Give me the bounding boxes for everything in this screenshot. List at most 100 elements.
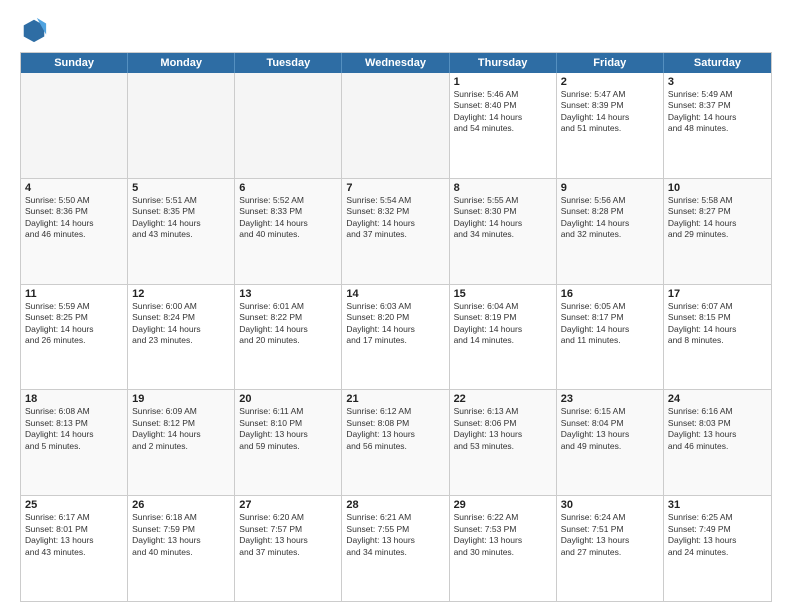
day-number: 15 [454, 288, 552, 300]
cal-cell-5: 5Sunrise: 5:51 AM Sunset: 8:35 PM Daylig… [128, 179, 235, 284]
day-number: 18 [25, 393, 123, 405]
header-day-sunday: Sunday [21, 53, 128, 73]
day-info: Sunrise: 6:05 AM Sunset: 8:17 PM Dayligh… [561, 301, 659, 347]
day-info: Sunrise: 6:09 AM Sunset: 8:12 PM Dayligh… [132, 406, 230, 452]
day-info: Sunrise: 6:22 AM Sunset: 7:53 PM Dayligh… [454, 512, 552, 558]
cal-cell-1: 1Sunrise: 5:46 AM Sunset: 8:40 PM Daylig… [450, 73, 557, 178]
day-number: 13 [239, 288, 337, 300]
day-number: 24 [668, 393, 767, 405]
day-info: Sunrise: 5:55 AM Sunset: 8:30 PM Dayligh… [454, 195, 552, 241]
day-number: 5 [132, 182, 230, 194]
day-number: 14 [346, 288, 444, 300]
cal-cell-12: 12Sunrise: 6:00 AM Sunset: 8:24 PM Dayli… [128, 285, 235, 390]
cal-cell-21: 21Sunrise: 6:12 AM Sunset: 8:08 PM Dayli… [342, 390, 449, 495]
calendar-header: SundayMondayTuesdayWednesdayThursdayFrid… [21, 53, 771, 73]
day-number: 9 [561, 182, 659, 194]
day-info: Sunrise: 6:24 AM Sunset: 7:51 PM Dayligh… [561, 512, 659, 558]
header-day-tuesday: Tuesday [235, 53, 342, 73]
day-number: 17 [668, 288, 767, 300]
day-info: Sunrise: 5:56 AM Sunset: 8:28 PM Dayligh… [561, 195, 659, 241]
cal-cell-26: 26Sunrise: 6:18 AM Sunset: 7:59 PM Dayli… [128, 496, 235, 601]
cal-cell-25: 25Sunrise: 6:17 AM Sunset: 8:01 PM Dayli… [21, 496, 128, 601]
cal-cell-9: 9Sunrise: 5:56 AM Sunset: 8:28 PM Daylig… [557, 179, 664, 284]
day-info: Sunrise: 6:03 AM Sunset: 8:20 PM Dayligh… [346, 301, 444, 347]
cal-cell-13: 13Sunrise: 6:01 AM Sunset: 8:22 PM Dayli… [235, 285, 342, 390]
cal-cell-22: 22Sunrise: 6:13 AM Sunset: 8:06 PM Dayli… [450, 390, 557, 495]
day-number: 25 [25, 499, 123, 511]
day-number: 6 [239, 182, 337, 194]
cal-cell-11: 11Sunrise: 5:59 AM Sunset: 8:25 PM Dayli… [21, 285, 128, 390]
day-info: Sunrise: 6:13 AM Sunset: 8:06 PM Dayligh… [454, 406, 552, 452]
day-info: Sunrise: 5:47 AM Sunset: 8:39 PM Dayligh… [561, 89, 659, 135]
cal-cell-18: 18Sunrise: 6:08 AM Sunset: 8:13 PM Dayli… [21, 390, 128, 495]
day-number: 27 [239, 499, 337, 511]
day-info: Sunrise: 5:50 AM Sunset: 8:36 PM Dayligh… [25, 195, 123, 241]
calendar-row-0: 1Sunrise: 5:46 AM Sunset: 8:40 PM Daylig… [21, 73, 771, 178]
calendar-row-1: 4Sunrise: 5:50 AM Sunset: 8:36 PM Daylig… [21, 178, 771, 284]
cal-cell-empty-0-1 [128, 73, 235, 178]
day-number: 31 [668, 499, 767, 511]
header [20, 16, 772, 44]
cal-cell-empty-0-3 [342, 73, 449, 178]
day-number: 21 [346, 393, 444, 405]
cal-cell-20: 20Sunrise: 6:11 AM Sunset: 8:10 PM Dayli… [235, 390, 342, 495]
cal-cell-empty-0-2 [235, 73, 342, 178]
day-number: 10 [668, 182, 767, 194]
day-number: 1 [454, 76, 552, 88]
day-number: 28 [346, 499, 444, 511]
cal-cell-10: 10Sunrise: 5:58 AM Sunset: 8:27 PM Dayli… [664, 179, 771, 284]
cal-cell-14: 14Sunrise: 6:03 AM Sunset: 8:20 PM Dayli… [342, 285, 449, 390]
day-number: 23 [561, 393, 659, 405]
calendar-row-4: 25Sunrise: 6:17 AM Sunset: 8:01 PM Dayli… [21, 495, 771, 601]
day-info: Sunrise: 6:00 AM Sunset: 8:24 PM Dayligh… [132, 301, 230, 347]
day-info: Sunrise: 6:16 AM Sunset: 8:03 PM Dayligh… [668, 406, 767, 452]
cal-cell-19: 19Sunrise: 6:09 AM Sunset: 8:12 PM Dayli… [128, 390, 235, 495]
cal-cell-7: 7Sunrise: 5:54 AM Sunset: 8:32 PM Daylig… [342, 179, 449, 284]
day-info: Sunrise: 6:12 AM Sunset: 8:08 PM Dayligh… [346, 406, 444, 452]
cal-cell-8: 8Sunrise: 5:55 AM Sunset: 8:30 PM Daylig… [450, 179, 557, 284]
calendar: SundayMondayTuesdayWednesdayThursdayFrid… [20, 52, 772, 602]
day-info: Sunrise: 5:59 AM Sunset: 8:25 PM Dayligh… [25, 301, 123, 347]
day-info: Sunrise: 6:04 AM Sunset: 8:19 PM Dayligh… [454, 301, 552, 347]
day-info: Sunrise: 6:11 AM Sunset: 8:10 PM Dayligh… [239, 406, 337, 452]
header-day-monday: Monday [128, 53, 235, 73]
calendar-row-3: 18Sunrise: 6:08 AM Sunset: 8:13 PM Dayli… [21, 389, 771, 495]
day-info: Sunrise: 6:25 AM Sunset: 7:49 PM Dayligh… [668, 512, 767, 558]
day-number: 30 [561, 499, 659, 511]
day-info: Sunrise: 6:08 AM Sunset: 8:13 PM Dayligh… [25, 406, 123, 452]
day-info: Sunrise: 6:21 AM Sunset: 7:55 PM Dayligh… [346, 512, 444, 558]
calendar-row-2: 11Sunrise: 5:59 AM Sunset: 8:25 PM Dayli… [21, 284, 771, 390]
day-number: 3 [668, 76, 767, 88]
cal-cell-28: 28Sunrise: 6:21 AM Sunset: 7:55 PM Dayli… [342, 496, 449, 601]
cal-cell-empty-0-0 [21, 73, 128, 178]
logo [20, 16, 52, 44]
day-number: 20 [239, 393, 337, 405]
header-day-thursday: Thursday [450, 53, 557, 73]
day-number: 2 [561, 76, 659, 88]
cal-cell-2: 2Sunrise: 5:47 AM Sunset: 8:39 PM Daylig… [557, 73, 664, 178]
day-number: 19 [132, 393, 230, 405]
day-info: Sunrise: 6:17 AM Sunset: 8:01 PM Dayligh… [25, 512, 123, 558]
header-day-friday: Friday [557, 53, 664, 73]
day-info: Sunrise: 5:49 AM Sunset: 8:37 PM Dayligh… [668, 89, 767, 135]
cal-cell-23: 23Sunrise: 6:15 AM Sunset: 8:04 PM Dayli… [557, 390, 664, 495]
calendar-body: 1Sunrise: 5:46 AM Sunset: 8:40 PM Daylig… [21, 73, 771, 601]
day-info: Sunrise: 6:01 AM Sunset: 8:22 PM Dayligh… [239, 301, 337, 347]
day-info: Sunrise: 5:46 AM Sunset: 8:40 PM Dayligh… [454, 89, 552, 135]
day-info: Sunrise: 5:52 AM Sunset: 8:33 PM Dayligh… [239, 195, 337, 241]
header-day-wednesday: Wednesday [342, 53, 449, 73]
day-number: 22 [454, 393, 552, 405]
day-number: 26 [132, 499, 230, 511]
day-number: 4 [25, 182, 123, 194]
day-info: Sunrise: 6:18 AM Sunset: 7:59 PM Dayligh… [132, 512, 230, 558]
day-info: Sunrise: 6:07 AM Sunset: 8:15 PM Dayligh… [668, 301, 767, 347]
day-info: Sunrise: 5:51 AM Sunset: 8:35 PM Dayligh… [132, 195, 230, 241]
day-info: Sunrise: 5:58 AM Sunset: 8:27 PM Dayligh… [668, 195, 767, 241]
cal-cell-27: 27Sunrise: 6:20 AM Sunset: 7:57 PM Dayli… [235, 496, 342, 601]
cal-cell-29: 29Sunrise: 6:22 AM Sunset: 7:53 PM Dayli… [450, 496, 557, 601]
day-number: 29 [454, 499, 552, 511]
cal-cell-3: 3Sunrise: 5:49 AM Sunset: 8:37 PM Daylig… [664, 73, 771, 178]
cal-cell-15: 15Sunrise: 6:04 AM Sunset: 8:19 PM Dayli… [450, 285, 557, 390]
cal-cell-17: 17Sunrise: 6:07 AM Sunset: 8:15 PM Dayli… [664, 285, 771, 390]
day-number: 16 [561, 288, 659, 300]
